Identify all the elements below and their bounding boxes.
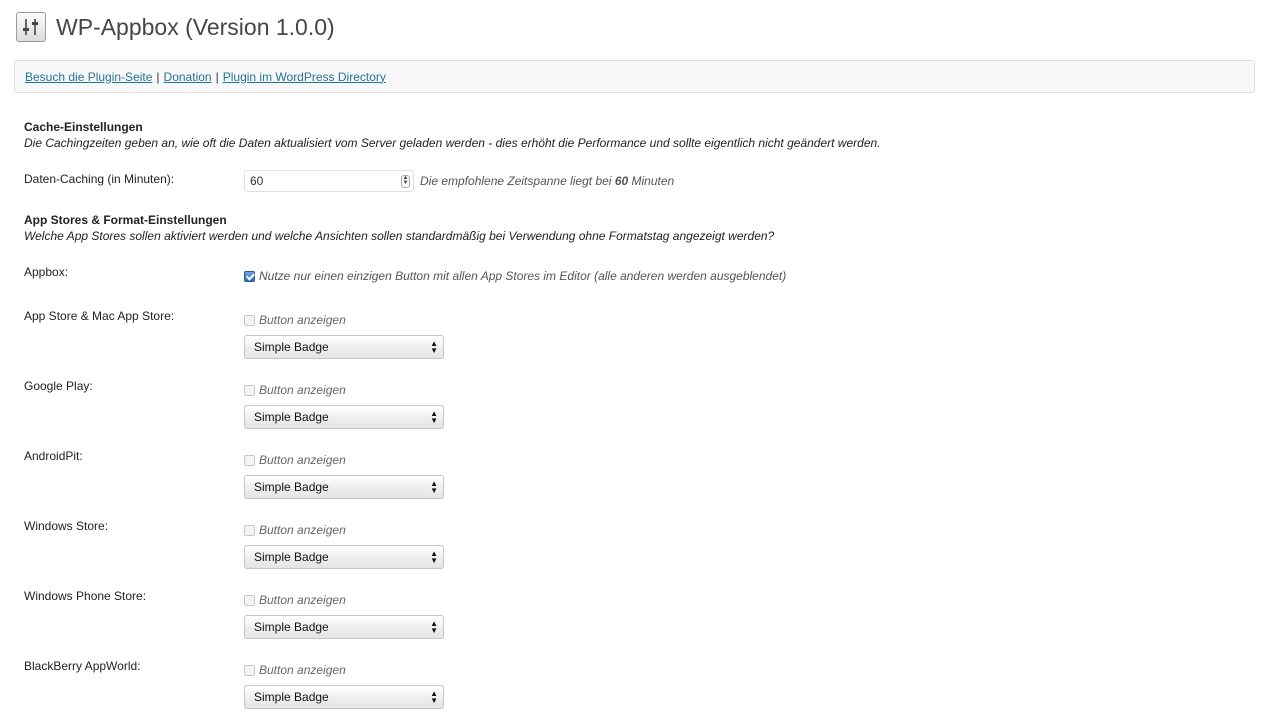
- select-arrows-icon: ▲ ▼: [430, 549, 438, 565]
- show-button-label: Button anzeigen: [259, 593, 346, 607]
- store-label-androidpit: AndroidPit:: [24, 449, 83, 463]
- store-label-googleplay: Google Play:: [24, 379, 93, 393]
- appbox-option: Nutze nur einen einzigen Button mit alle…: [244, 269, 786, 283]
- show-button-checkbox[interactable]: [244, 384, 255, 396]
- wordpress-directory-link[interactable]: Plugin im WordPress Directory: [223, 70, 386, 84]
- page-title: WP-Appbox (Version 1.0.0): [56, 13, 335, 40]
- link-separator: |: [215, 69, 219, 84]
- select-value: Simple Badge: [254, 410, 329, 424]
- show-button-label: Button anzeigen: [259, 313, 346, 327]
- select-arrows-icon: ▲ ▼: [430, 409, 438, 425]
- format-select-blackberry[interactable]: Simple Badge ▲ ▼: [244, 685, 444, 709]
- format-select-googleplay[interactable]: Simple Badge ▲ ▼: [244, 405, 444, 429]
- select-arrows-icon: ▲ ▼: [430, 619, 438, 635]
- show-button-checkbox[interactable]: [244, 314, 255, 326]
- cache-field-label: Daten-Caching (in Minuten):: [24, 172, 175, 186]
- select-value: Simple Badge: [254, 690, 329, 704]
- stores-section-title: App Stores & Format-Einstellungen: [24, 213, 227, 227]
- format-select-appstore[interactable]: Simple Badge ▲ ▼: [244, 335, 444, 359]
- store-option-appstore: Button anzeigen: [244, 313, 346, 327]
- select-value: Simple Badge: [254, 620, 329, 634]
- cache-hint-unit: Minuten: [631, 174, 675, 188]
- show-button-checkbox[interactable]: [244, 454, 255, 466]
- store-option-windowsstore: Button anzeigen: [244, 523, 346, 537]
- select-arrows-icon: ▲ ▼: [430, 479, 438, 495]
- plugin-links-bar: Besuch die Plugin-Seite | Donation | Plu…: [14, 60, 1255, 93]
- cache-hint: Die empfohlene Zeitspanne liegt bei 60 M…: [420, 174, 674, 188]
- show-button-checkbox[interactable]: [244, 524, 255, 536]
- show-button-label: Button anzeigen: [259, 383, 346, 397]
- link-separator: |: [156, 69, 160, 84]
- show-button-label: Button anzeigen: [259, 663, 346, 677]
- show-button-checkbox[interactable]: [244, 664, 255, 676]
- format-select-androidpit[interactable]: Simple Badge ▲ ▼: [244, 475, 444, 499]
- select-arrows-icon: ▲ ▼: [430, 339, 438, 355]
- cache-section-title: Cache-Einstellungen: [24, 120, 143, 134]
- cache-hint-value: 60: [614, 174, 629, 188]
- appbox-checkbox-label: Nutze nur einen einzigen Button mit alle…: [259, 269, 787, 283]
- select-value: Simple Badge: [254, 550, 329, 564]
- select-arrows-icon: ▲ ▼: [430, 689, 438, 705]
- show-button-label: Button anzeigen: [259, 523, 346, 537]
- number-spinner-icon[interactable]: ▲ ▼: [401, 175, 410, 188]
- show-button-label: Button anzeigen: [259, 453, 346, 467]
- stores-section-description: Welche App Stores sollen aktiviert werde…: [24, 229, 775, 243]
- plugin-page-link[interactable]: Besuch die Plugin-Seite: [25, 70, 152, 84]
- select-value: Simple Badge: [254, 480, 329, 494]
- cache-hint-text: Die empfohlene Zeitspanne liegt bei: [420, 174, 612, 188]
- select-value: Simple Badge: [254, 340, 329, 354]
- store-option-googleplay: Button anzeigen: [244, 383, 346, 397]
- cache-section-description: Die Cachingzeiten geben an, wie oft die …: [24, 136, 881, 150]
- format-select-windowsstore[interactable]: Simple Badge ▲ ▼: [244, 545, 444, 569]
- store-label-windowsphone: Windows Phone Store:: [24, 589, 147, 603]
- store-label-windowsstore: Windows Store:: [24, 519, 109, 533]
- show-button-checkbox[interactable]: [244, 594, 255, 606]
- cache-minutes-input[interactable]: 60 ▲ ▼: [244, 170, 414, 192]
- store-label-appstore: App Store & Mac App Store:: [24, 309, 175, 323]
- page-header: WP-Appbox (Version 1.0.0): [16, 11, 335, 43]
- store-option-androidpit: Button anzeigen: [244, 453, 346, 467]
- format-select-windowsphone[interactable]: Simple Badge ▲ ▼: [244, 615, 444, 639]
- donation-link[interactable]: Donation: [164, 70, 212, 84]
- store-option-windowsphone: Button anzeigen: [244, 593, 346, 607]
- store-label-blackberry: BlackBerry AppWorld:: [24, 659, 141, 673]
- appbox-single-button-checkbox[interactable]: [244, 270, 255, 282]
- cache-minutes-value: 60: [250, 174, 264, 188]
- store-option-blackberry: Button anzeigen: [244, 663, 346, 677]
- settings-sliders-icon: [16, 12, 46, 42]
- appbox-label: Appbox:: [24, 265, 69, 279]
